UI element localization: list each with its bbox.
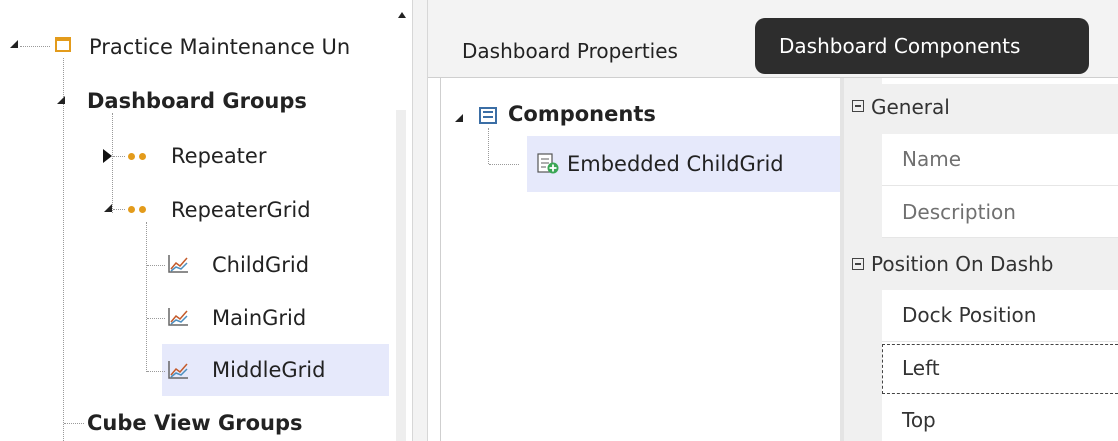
property-label: Top: [902, 408, 936, 432]
tree-connector: [147, 265, 165, 266]
tree-node-label: MiddleGrid: [212, 358, 326, 382]
tree-node-label: Components: [508, 102, 656, 126]
collapse-arrow-icon[interactable]: [10, 40, 18, 48]
collapse-box-icon[interactable]: [852, 258, 864, 270]
property-row-top[interactable]: Top: [882, 396, 1118, 441]
collapse-arrow-icon[interactable]: [455, 114, 463, 122]
calendar-icon: [55, 37, 71, 52]
tree-node-label: Practice Maintenance Un: [89, 35, 351, 59]
collapse-arrow-icon[interactable]: [104, 204, 112, 212]
property-row-description[interactable]: Description: [882, 186, 1118, 238]
tree-node-label: Repeater: [171, 144, 267, 168]
tree-node-label: RepeaterGrid: [171, 198, 311, 222]
property-label: Description: [902, 200, 1016, 224]
tab-label: Dashboard Components: [779, 34, 1021, 58]
left-tree-scrollbar[interactable]: [396, 110, 406, 441]
tree-connector: [20, 46, 50, 47]
tree-connector: [147, 318, 165, 319]
category-label: Position On Dashb: [871, 252, 1054, 276]
category-position-on-dashboard[interactable]: Position On Dashb: [844, 238, 1118, 290]
property-row-dock-position[interactable]: Dock Position: [882, 290, 1118, 342]
collapse-box-icon[interactable]: [852, 100, 864, 112]
chart-icon: [168, 308, 188, 326]
tree-node-label: Cube View Groups: [87, 411, 303, 435]
chart-icon: [168, 255, 188, 273]
panel-splitter[interactable]: [412, 0, 428, 441]
tree-node-label: Embedded ChildGrid: [567, 152, 784, 176]
right-panel: Dashboard Properties Dashboard Component…: [428, 0, 1118, 441]
property-label: Name: [902, 147, 962, 171]
component-grid-icon: [479, 107, 497, 124]
tree-node-label: MainGrid: [212, 306, 307, 330]
tree-connector: [488, 128, 489, 164]
tree-connector: [489, 164, 519, 165]
property-row-name[interactable]: Name: [882, 134, 1118, 186]
tab-label: Dashboard Properties: [462, 39, 678, 63]
property-label: Left: [902, 356, 940, 380]
tree-connector: [112, 113, 113, 213]
tab-dashboard-properties[interactable]: Dashboard Properties: [446, 30, 746, 74]
tree-connector: [147, 371, 165, 372]
tree-node-label: Dashboard Groups: [87, 89, 307, 113]
property-row-left[interactable]: Left: [882, 344, 1118, 394]
tree-node-label: ChildGrid: [212, 253, 310, 277]
tree-node-embedded-childgrid[interactable]: Embedded ChildGrid: [527, 136, 840, 192]
tree-connector: [63, 58, 64, 441]
collapse-arrow-icon[interactable]: [57, 96, 65, 104]
tab-dashboard-components[interactable]: Dashboard Components: [755, 18, 1089, 74]
embedded-component-icon: [537, 153, 559, 174]
tree-connector: [113, 209, 125, 210]
tree-connector: [146, 222, 147, 372]
tree-connector: [64, 423, 84, 424]
left-tree-panel: Practice Maintenance Un Dashboard Groups…: [0, 0, 412, 441]
scroll-up-arrow-icon[interactable]: [398, 12, 406, 18]
tree-connector: [113, 156, 125, 157]
expand-arrow-icon[interactable]: [103, 149, 112, 163]
components-tree-pane: Components Embedded ChildGrid: [440, 78, 840, 441]
category-general[interactable]: General: [844, 84, 1118, 134]
property-grid: General Name Description Position On Das…: [844, 78, 1118, 441]
chart-icon: [168, 361, 188, 379]
category-label: General: [871, 95, 950, 119]
property-label: Dock Position: [902, 303, 1037, 327]
